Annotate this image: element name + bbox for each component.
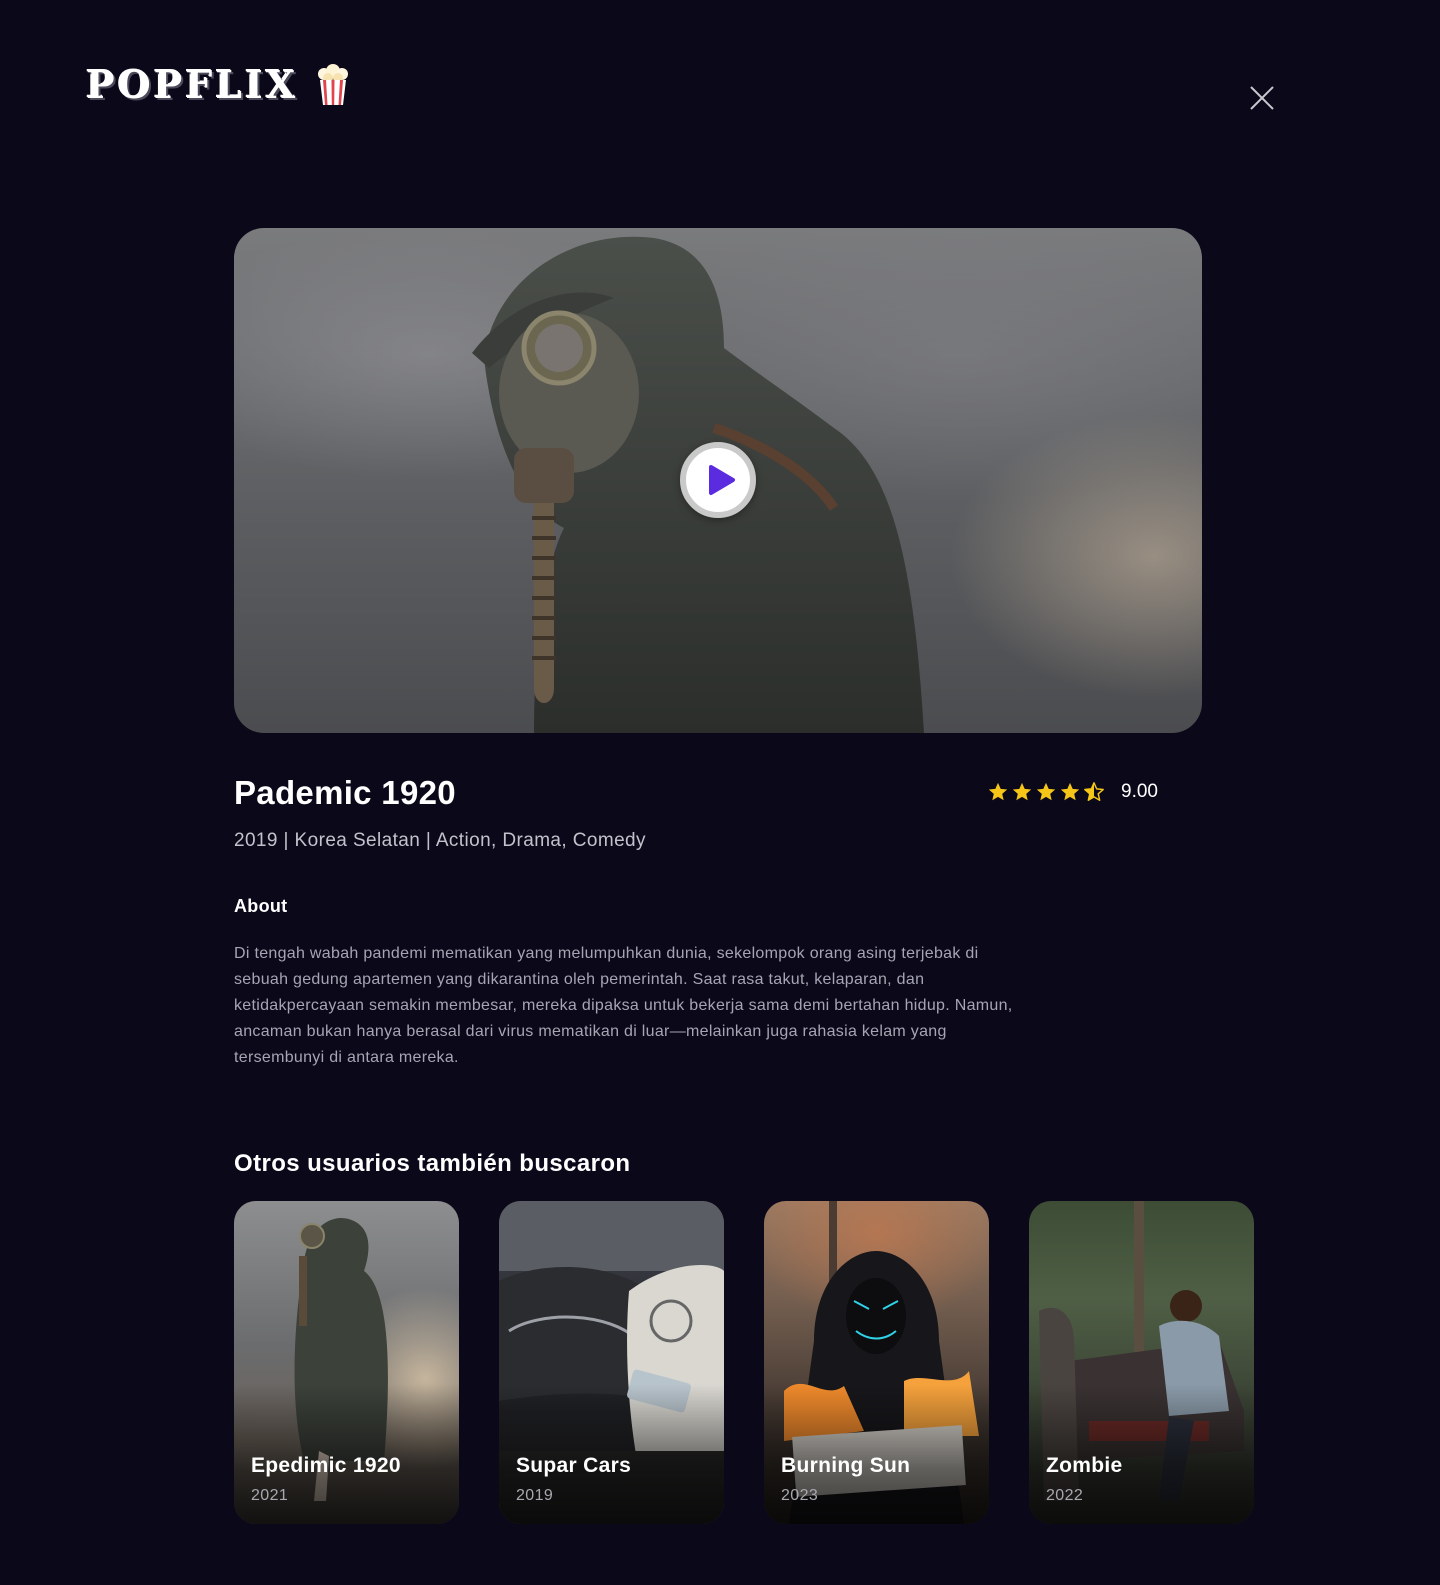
close-button[interactable] bbox=[1248, 84, 1276, 112]
close-icon bbox=[1250, 86, 1274, 110]
rating: 9.00 bbox=[987, 781, 1158, 803]
movie-detail-page: POPFLIX Pademic 1920 9.00 2019 | Korea S… bbox=[0, 0, 1440, 1585]
related-card[interactable]: Zombie 2022 bbox=[1029, 1201, 1254, 1524]
star-icon bbox=[1060, 782, 1080, 801]
logo-text: POPFLIX bbox=[86, 62, 299, 107]
card-title: Supar Cars bbox=[516, 1454, 632, 1477]
related-card[interactable]: Supar Cars 2019 bbox=[499, 1201, 724, 1524]
star-icon bbox=[988, 782, 1008, 801]
star-icon bbox=[1012, 782, 1032, 801]
card-year: 2022 bbox=[1046, 1487, 1084, 1504]
movie-meta: 2019 | Korea Selatan | Action, Drama, Co… bbox=[234, 830, 646, 851]
card-title: Burning Sun bbox=[781, 1454, 911, 1477]
play-icon bbox=[709, 465, 735, 495]
play-button[interactable] bbox=[680, 442, 756, 518]
star-half-icon bbox=[1084, 782, 1104, 801]
related-heading: Otros usuarios también buscaron bbox=[234, 1150, 631, 1177]
related-card[interactable]: Burning Sun 2023 bbox=[764, 1201, 989, 1524]
rating-value: 9.00 bbox=[1121, 781, 1158, 802]
logo[interactable]: POPFLIX bbox=[86, 62, 350, 107]
movie-title: Pademic 1920 bbox=[234, 774, 456, 811]
card-title: Epedimic 1920 bbox=[251, 1454, 401, 1477]
related-card[interactable]: Epedimic 1920 2021 bbox=[234, 1201, 459, 1524]
star-icon bbox=[1036, 782, 1056, 801]
card-year: 2019 bbox=[516, 1487, 554, 1504]
card-year: 2021 bbox=[251, 1487, 289, 1504]
about-text: Di tengah wabah pandemi mematikan yang m… bbox=[234, 945, 1013, 1066]
card-title: Zombie bbox=[1046, 1454, 1123, 1477]
card-year: 2023 bbox=[781, 1487, 819, 1504]
hero-video[interactable] bbox=[234, 228, 1202, 733]
about-heading: About bbox=[234, 896, 288, 916]
popcorn-icon bbox=[318, 63, 349, 105]
